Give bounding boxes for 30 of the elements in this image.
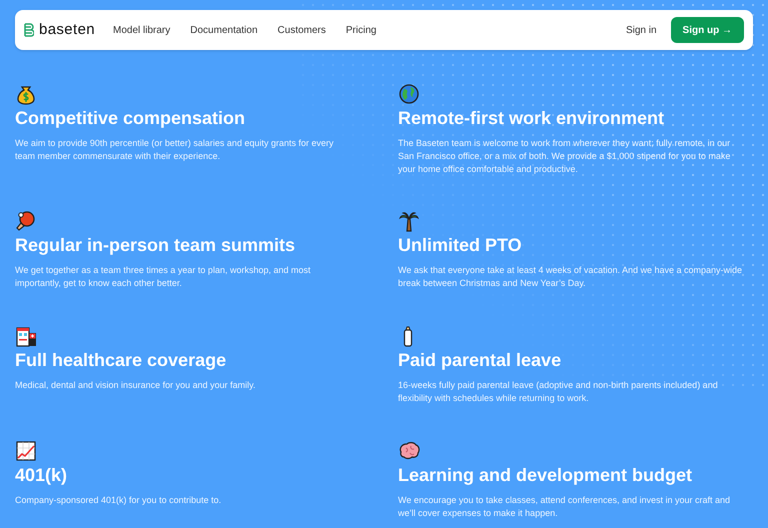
nav-link[interactable]: Pricing: [346, 22, 376, 38]
benefit-description: We ask that everyone take at least 4 weeks of vacation. And we have a company-wide break between Christmas and New Year’s Day.: [398, 264, 743, 290]
globe-icon: [398, 83, 420, 106]
benefit-description: We aim to provide 90th percentile (or better) salaries and equity grants for every team member commensurate with their experience.: [15, 137, 334, 163]
chart-icon: [15, 440, 37, 463]
benefit-description: 16-weeks fully paid parental leave (adoptive and non-birth parents included) and flexibility with schedules while returning to work.: [398, 379, 719, 405]
hospital-icon: [15, 325, 37, 348]
benefit-title: Unlimited PTO: [398, 234, 522, 256]
brand-name: baseten: [39, 20, 96, 40]
benefit-description: We get together as a team three times a year to plan, workshop, and most importantly, get to know each other better.: [15, 264, 312, 290]
nav-link[interactable]: Customers: [278, 22, 326, 38]
palm-tree-icon: [398, 210, 420, 233]
benefit-title: Regular in-person team summits: [15, 234, 296, 256]
benefit-title: Remote-first work environment: [398, 107, 664, 129]
benefit-title: Paid parental leave: [398, 349, 562, 371]
nav-link[interactable]: Model library: [113, 22, 170, 38]
sign-up-button[interactable]: Sign up →: [670, 17, 744, 43]
benefit-description: We encourage you to take classes, attend conferences, and invest in your craft and we’ll cover expenses to make it happen.: [398, 494, 732, 520]
logo-icon: [24, 22, 34, 38]
benefit-title: 401(k): [15, 464, 68, 486]
benefit-title: Full healthcare coverage: [15, 349, 226, 371]
brand-logo[interactable]: baseten: [24, 18, 96, 42]
paddle-icon: [15, 210, 37, 233]
nav-link[interactable]: Documentation: [190, 22, 258, 38]
sign-in-link[interactable]: Sign in: [626, 22, 657, 38]
benefit-description: Company-sponsored 401(k) for you to contribute to.: [15, 494, 222, 507]
benefit-description: Medical, dental and vision insurance for you and your family.: [15, 379, 256, 392]
benefit-description: The Baseten team is welcome to work from wherever they want; fully remote, in our San Francisco office, or a mix of both. We provide a $1,000 stipend for you to make your home office comfortable and productive.: [398, 137, 732, 176]
benefit-title: Learning and development budget: [398, 464, 692, 486]
benefit-title: Competitive compensation: [15, 107, 246, 129]
